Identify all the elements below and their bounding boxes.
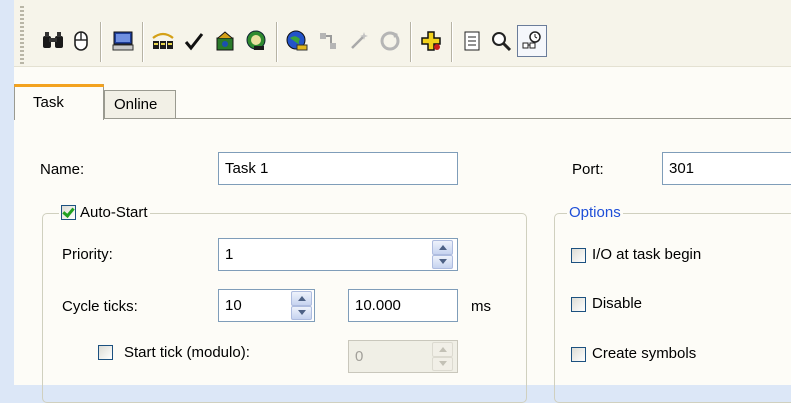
spin-down-button[interactable] <box>432 356 453 371</box>
mouse-icon[interactable] <box>66 25 96 57</box>
toolbar-separator <box>100 22 101 62</box>
toolbar <box>14 0 791 67</box>
create-symbols-label[interactable]: Create symbols <box>592 345 696 362</box>
wand-disabled-icon[interactable] <box>344 25 374 57</box>
arrow-down-icon <box>438 361 447 367</box>
toolbar-grip[interactable] <box>20 6 24 66</box>
task-config-icon[interactable] <box>517 25 547 57</box>
tab-task[interactable]: Task <box>14 84 104 120</box>
search-icon[interactable] <box>486 25 516 57</box>
network-icon[interactable] <box>148 25 178 57</box>
auto-start-label[interactable]: Auto-Start <box>80 204 148 221</box>
cycle-ms-input[interactable] <box>348 289 458 322</box>
priority-spinner[interactable] <box>432 240 453 269</box>
list-icon[interactable] <box>457 25 487 57</box>
link-disabled-icon[interactable] <box>313 25 343 57</box>
tab-online[interactable]: Online <box>104 90 176 118</box>
task-window: Task Online Name: Port: Auto-Start Prior… <box>14 0 791 403</box>
cycle-ticks-spinner[interactable] <box>291 291 312 320</box>
target-icon[interactable] <box>241 25 271 57</box>
binoculars-icon[interactable] <box>38 25 68 57</box>
toolbar-separator <box>410 22 411 62</box>
refresh-disabled-icon[interactable] <box>375 25 405 57</box>
name-label: Name: <box>40 161 85 178</box>
auto-start-checkbox[interactable] <box>61 205 76 220</box>
globe-icon[interactable] <box>282 25 312 57</box>
io-at-task-begin-label[interactable]: I/O at task begin <box>592 246 701 263</box>
arrow-up-icon <box>438 346 447 352</box>
add-icon[interactable] <box>416 25 446 57</box>
options-title: Options <box>569 204 621 221</box>
arrow-down-icon <box>297 310 306 316</box>
toolbar-separator <box>451 22 452 62</box>
port-label: Port: <box>572 161 604 178</box>
disable-label[interactable]: Disable <box>592 295 642 312</box>
spin-down-button[interactable] <box>432 254 453 269</box>
tab-strip: Task Online <box>14 84 791 120</box>
start-tick-checkbox[interactable] <box>98 345 113 360</box>
spin-down-button[interactable] <box>291 305 312 320</box>
options-legend: Options <box>567 204 623 221</box>
options-group <box>554 213 791 403</box>
start-tick-label[interactable]: Start tick (modulo): <box>124 344 250 361</box>
tab-task-label: Task <box>33 94 64 111</box>
cycle-ticks-label: Cycle ticks: <box>62 298 138 315</box>
computer-icon[interactable] <box>108 25 138 57</box>
auto-start-legend: Auto-Start <box>59 204 150 221</box>
spin-up-button[interactable] <box>291 291 312 306</box>
port-input[interactable] <box>662 152 791 185</box>
disable-checkbox[interactable] <box>571 297 586 312</box>
start-tick-spinner[interactable] <box>432 342 453 371</box>
priority-label: Priority: <box>62 246 113 263</box>
arrow-down-icon <box>438 259 447 265</box>
spin-up-button[interactable] <box>432 342 453 357</box>
priority-input[interactable] <box>218 238 458 271</box>
io-at-task-begin-checkbox[interactable] <box>571 248 586 263</box>
toolbar-separator <box>276 22 277 62</box>
arrow-up-icon <box>438 244 447 250</box>
arrow-up-icon <box>297 295 306 301</box>
spin-up-button[interactable] <box>432 240 453 255</box>
ms-unit-label: ms <box>471 298 491 315</box>
tab-strip-line <box>14 118 791 119</box>
tab-online-label: Online <box>114 96 158 113</box>
build-icon[interactable] <box>210 25 240 57</box>
check-icon[interactable] <box>179 25 209 57</box>
toolbar-separator <box>142 22 143 62</box>
name-input[interactable] <box>218 152 458 185</box>
create-symbols-checkbox[interactable] <box>571 347 586 362</box>
